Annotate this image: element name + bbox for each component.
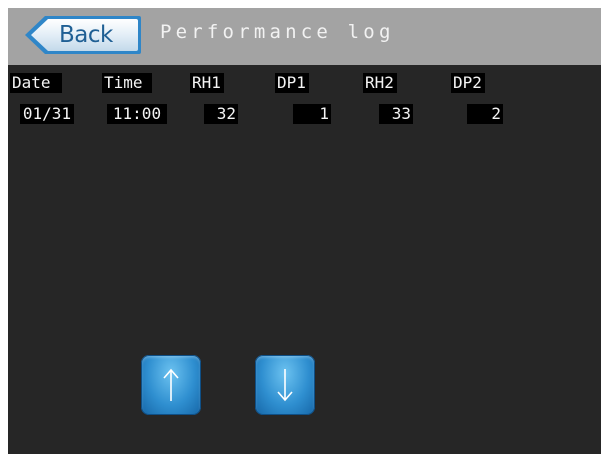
column-header-rh1: RH1 (190, 73, 224, 93)
table-cell-time: 11:00 (107, 104, 167, 124)
performance-log-table: Date Time RH1 DP1 RH2 DP2 01/31 11:00 32… (8, 8, 601, 138)
device-screen: Back Performance log Date Time RH1 DP1 R… (8, 8, 601, 454)
table-cell-rh1: 32 (204, 104, 238, 124)
arrow-down-icon (277, 369, 293, 402)
arrow-up-icon (163, 368, 179, 401)
column-header-rh2: RH2 (363, 73, 397, 93)
table-cell-dp1: 1 (293, 104, 331, 124)
scroll-up-button[interactable] (141, 355, 201, 415)
table-cell-date: 01/31 (20, 104, 74, 124)
column-header-time: Time (102, 73, 152, 93)
table-cell-rh2: 33 (379, 104, 413, 124)
column-header-dp1: DP1 (275, 73, 309, 93)
scroll-down-button[interactable] (255, 355, 315, 415)
table-cell-dp2: 2 (467, 104, 503, 124)
column-header-date: Date (10, 73, 62, 93)
column-header-dp2: DP2 (451, 73, 485, 93)
